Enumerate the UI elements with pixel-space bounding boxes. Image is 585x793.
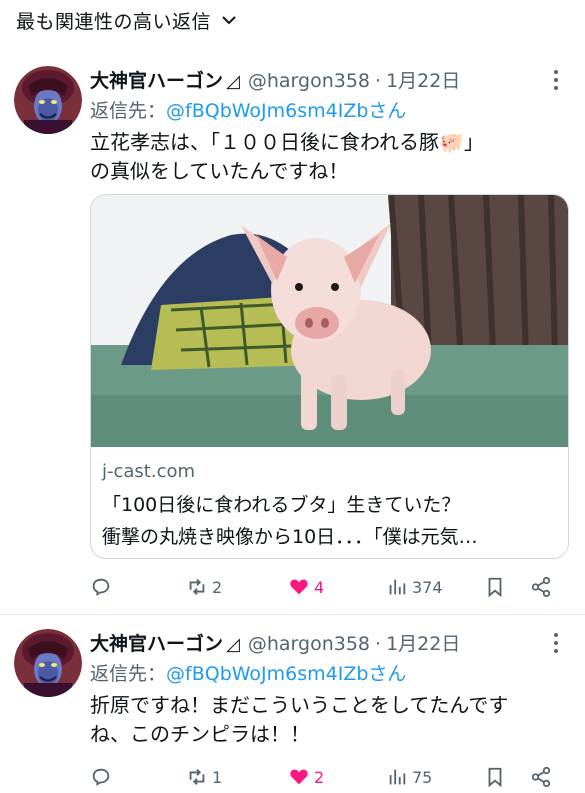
- more-options-icon[interactable]: [553, 70, 559, 90]
- avatar[interactable]: [14, 66, 82, 134]
- reply-label: 返信先：: [90, 663, 167, 685]
- share-button[interactable]: [530, 762, 552, 792]
- card-domain: j-cast.com: [102, 461, 196, 482]
- reply-button[interactable]: [90, 572, 116, 602]
- sort-label: 最も関連性の高い返信: [16, 10, 212, 33]
- like-button[interactable]: 2: [288, 762, 324, 792]
- heart-icon: [290, 769, 308, 785]
- reply-label: 返信先：: [90, 100, 167, 122]
- like-button[interactable]: 4: [288, 572, 324, 602]
- link-card[interactable]: j-cast.com 「100日後に食われるブタ」生きていた？ 衝撃の丸焼き映像…: [90, 194, 569, 559]
- view-count: 374: [412, 577, 443, 597]
- account-mark: ◿: [226, 634, 240, 655]
- retweet-count: 1: [212, 767, 223, 787]
- tweet[interactable]: 大神官ハーゴン ◿ @hargon358 · 1月22日 返信先：@fBQbWo…: [0, 614, 585, 793]
- like-count: 2: [314, 767, 325, 787]
- separator: ·: [375, 633, 382, 655]
- retweet-icon: [189, 769, 205, 785]
- card-image: [91, 195, 568, 447]
- tweet-header: 大神官ハーゴン ◿ @hargon358 · 1月22日: [90, 66, 545, 93]
- views-icon: [389, 769, 406, 785]
- account-mark: ◿: [226, 71, 240, 92]
- tweet[interactable]: 大神官ハーゴン ◿ @hargon358 · 1月22日 返信先：@fBQbWo…: [0, 52, 585, 614]
- bookmark-icon: [488, 767, 502, 788]
- retweet-button[interactable]: 2: [186, 572, 222, 602]
- tweet-text-line: 立花孝志は、「１００日後に食われる豚🐖」: [90, 130, 484, 154]
- reply-sort-dropdown[interactable]: 最も関連性の高い返信: [0, 0, 585, 40]
- tweet-text-line: ね、このチンピラは！！: [90, 722, 310, 746]
- reply-context: 返信先：@fBQbWoJm6sm4IZbさん: [90, 96, 406, 123]
- tweet-date[interactable]: 1月22日: [386, 629, 460, 656]
- more-options-icon[interactable]: [553, 633, 559, 653]
- avatar[interactable]: [14, 629, 82, 697]
- card-title: 「100日後に食われるブタ」生きていた？ 衝撃の丸焼き映像から10日．．．「僕は…: [102, 489, 554, 553]
- retweet-count: 2: [212, 577, 223, 597]
- card-title-line: 「100日後に食われるブタ」生きていた？: [102, 494, 461, 516]
- bookmark-button[interactable]: [484, 572, 506, 602]
- views-button[interactable]: 75: [386, 762, 432, 792]
- share-icon: [531, 576, 551, 598]
- display-name[interactable]: 大神官ハーゴン: [90, 66, 223, 93]
- tweet-actions: 2 4 374: [90, 572, 563, 602]
- bookmark-button[interactable]: [484, 762, 506, 792]
- handle[interactable]: @hargon358: [248, 70, 370, 92]
- tweet-header: 大神官ハーゴン ◿ @hargon358 · 1月22日: [90, 629, 545, 656]
- reply-target-link[interactable]: @fBQbWoJm6sm4IZbさん: [166, 100, 406, 122]
- retweet-icon: [189, 579, 205, 595]
- retweet-button[interactable]: 1: [186, 762, 222, 792]
- reply-context: 返信先：@fBQbWoJm6sm4IZbさん: [90, 659, 406, 686]
- view-count: 75: [412, 767, 433, 787]
- heart-icon: [290, 579, 308, 595]
- reply-icon: [92, 578, 110, 597]
- tweet-date[interactable]: 1月22日: [386, 66, 460, 93]
- card-title-line: 衝撃の丸焼き映像から10日．．．「僕は元気…: [102, 526, 478, 548]
- reply-icon: [92, 768, 110, 787]
- views-button[interactable]: 374: [386, 572, 443, 602]
- chevron-down-icon: [221, 12, 237, 28]
- reply-target-link[interactable]: @fBQbWoJm6sm4IZbさん: [166, 663, 406, 685]
- tweet-actions: 1 2 75: [90, 762, 563, 792]
- share-icon: [531, 766, 551, 788]
- bookmark-icon: [488, 577, 502, 598]
- handle[interactable]: @hargon358: [248, 633, 370, 655]
- share-button[interactable]: [530, 572, 552, 602]
- display-name[interactable]: 大神官ハーゴン: [90, 629, 223, 656]
- tweet-text: 折原ですね！まだこういうことをしてたんです ね、このチンピラは！！: [90, 691, 563, 749]
- reply-button[interactable]: [90, 762, 116, 792]
- like-count: 4: [314, 577, 325, 597]
- tweet-text-line: 折原ですね！まだこういうことをしてたんです: [90, 693, 509, 717]
- tweet-text: 立花孝志は、「１００日後に食われる豚🐖」 の真似をしていたんですね！: [90, 128, 563, 186]
- separator: ·: [375, 70, 382, 92]
- tweet-text-line: の真似をしていたんですね！: [90, 159, 349, 183]
- views-icon: [389, 579, 406, 595]
